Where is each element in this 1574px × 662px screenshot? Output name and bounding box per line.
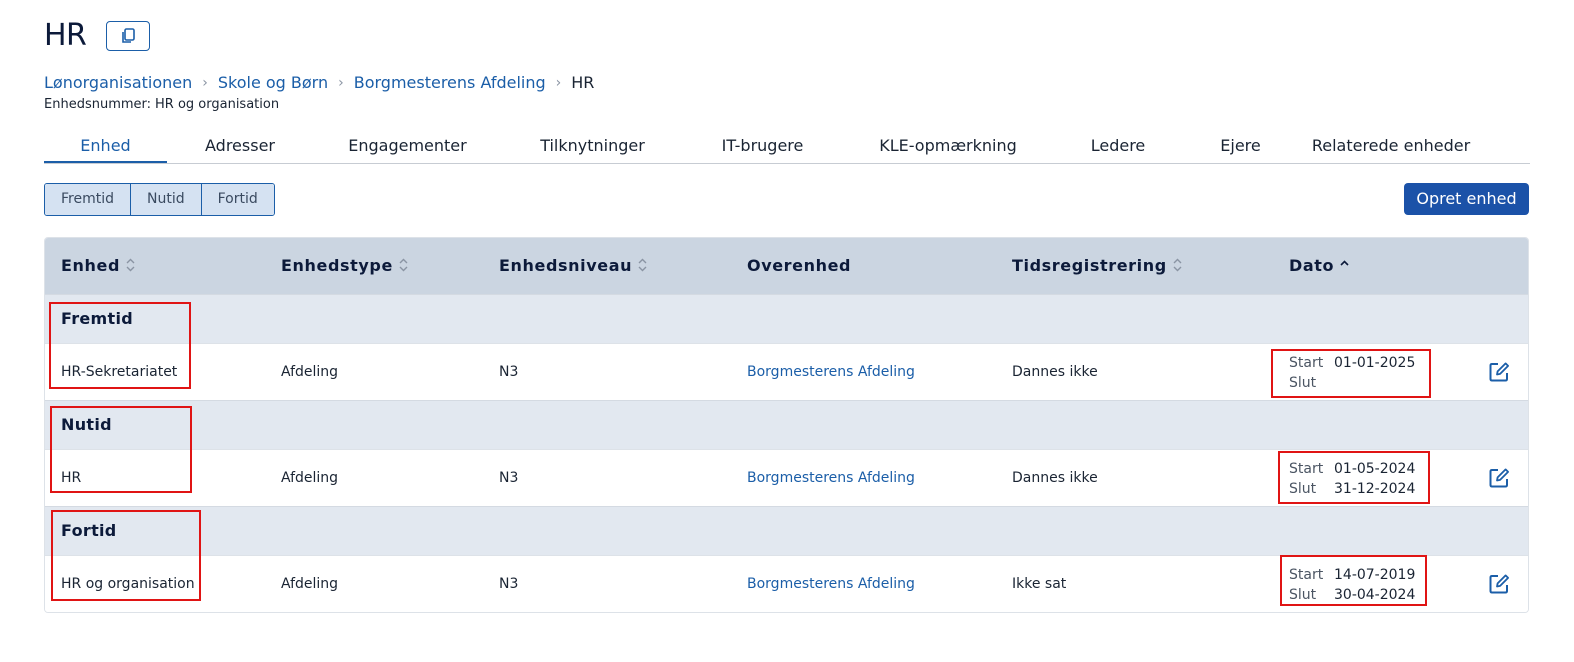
- group-label: Nutid: [61, 415, 112, 434]
- tab-relaterede-enheder[interactable]: Relaterede enheder: [1299, 134, 1483, 161]
- end-date: 31-12-2024: [1334, 481, 1416, 497]
- column-header-enhedsniveau[interactable]: Enhedsniveau: [499, 238, 647, 294]
- start-date: 14-07-2019: [1334, 567, 1416, 583]
- group-label: Fortid: [61, 521, 117, 540]
- start-label: Start: [1289, 355, 1324, 371]
- table-row: HR-Sekretariatet Afdeling N3 Borgmestere…: [45, 343, 1528, 400]
- cell-time-registration: Dannes ikke: [1012, 470, 1098, 486]
- end-label: Slut: [1289, 481, 1317, 497]
- start-date: 01-01-2025: [1334, 355, 1416, 371]
- breadcrumb: Lønorganisationen › Skole og Børn › Borg…: [44, 73, 594, 92]
- unit-number: Enhedsnummer: HR og organisation: [44, 97, 283, 112]
- tab-it-brugere[interactable]: IT-brugere: [683, 134, 842, 161]
- group-row-fortid: Fortid: [45, 506, 1528, 555]
- tab-adresser[interactable]: Adresser: [167, 134, 313, 161]
- chevron-right-icon: ›: [202, 74, 208, 91]
- cell-level: N3: [499, 576, 519, 592]
- title-row: HR: [44, 18, 151, 53]
- edit-icon[interactable]: [1488, 467, 1510, 489]
- sort-icon: [399, 258, 408, 272]
- time-filter: Fremtid Nutid Fortid: [44, 183, 275, 216]
- group-row-fremtid: Fremtid: [45, 294, 1528, 343]
- sort-icon: [126, 258, 135, 272]
- start-date: 01-05-2024: [1334, 461, 1416, 477]
- breadcrumb-item-lonorganisationen[interactable]: Lønorganisationen: [44, 73, 192, 92]
- column-header-label: Enhedstype: [281, 256, 393, 275]
- copy-button[interactable]: [106, 20, 151, 51]
- group-label: Fremtid: [61, 309, 134, 328]
- cell-date: Start 01-05-2024 Slut 31-12-2024: [1289, 459, 1415, 499]
- tab-ejere[interactable]: Ejere: [1182, 134, 1299, 161]
- unit-number-value: HR og organisation: [155, 97, 280, 112]
- breadcrumb-item-skole-og-born[interactable]: Skole og Børn: [218, 73, 328, 92]
- filter-fremtid-button[interactable]: Fremtid: [45, 184, 131, 215]
- chevron-right-icon: ›: [555, 74, 562, 91]
- end-label: Slut: [1289, 587, 1317, 603]
- sort-icon: [1173, 258, 1182, 272]
- end-label: Slut: [1289, 375, 1317, 391]
- column-header-label: Overenhed: [747, 256, 852, 275]
- sort-icon: [638, 258, 647, 272]
- column-header-enhedstype[interactable]: Enhedstype: [281, 238, 408, 294]
- cell-parent-link[interactable]: Borgmesterens Afdeling: [747, 344, 915, 400]
- cell-type: Afdeling: [281, 364, 339, 380]
- table-row: HR Afdeling N3 Borgmesterens Afdeling Da…: [45, 449, 1528, 506]
- create-unit-button[interactable]: Opret enhed: [1404, 183, 1529, 215]
- edit-icon[interactable]: [1488, 573, 1510, 595]
- sort-ascending-icon: [1340, 260, 1349, 266]
- start-label: Start: [1289, 567, 1324, 583]
- column-header-dato[interactable]: Dato: [1289, 238, 1349, 294]
- tab-ledere[interactable]: Ledere: [1054, 134, 1182, 161]
- tab-engagementer[interactable]: Engagementer: [313, 134, 502, 161]
- cell-unit: HR og organisation: [61, 576, 195, 592]
- units-table: Enhed Enhedstype Enhedsniveau Overenhed …: [44, 237, 1529, 613]
- column-header-enhed[interactable]: Enhed: [61, 238, 135, 294]
- start-label: Start: [1289, 461, 1324, 477]
- tab-bar: Enhed Adresser Engagementer Tilknytninge…: [44, 134, 1530, 164]
- table-row: HR og organisation Afdeling N3 Borgmeste…: [45, 555, 1528, 612]
- column-header-label: Enhed: [61, 256, 121, 275]
- column-header-label: Tidsregistrering: [1012, 256, 1167, 275]
- table-header: Enhed Enhedstype Enhedsniveau Overenhed …: [45, 238, 1528, 294]
- cell-date: Start 01-01-2025 Slut: [1289, 353, 1415, 393]
- column-header-tidsregistrering[interactable]: Tidsregistrering: [1012, 238, 1182, 294]
- tab-enhed[interactable]: Enhed: [44, 134, 167, 163]
- column-header-overenhed: Overenhed: [747, 238, 851, 294]
- cell-parent-link[interactable]: Borgmesterens Afdeling: [747, 450, 915, 506]
- copy-icon: [122, 27, 136, 43]
- breadcrumb-item-current: HR: [571, 73, 595, 92]
- cell-type: Afdeling: [281, 470, 339, 486]
- cell-parent-link[interactable]: Borgmesterens Afdeling: [747, 556, 915, 612]
- page-title: HR: [44, 18, 87, 53]
- cell-level: N3: [499, 364, 519, 380]
- cell-date: Start 14-07-2019 Slut 30-04-2024: [1289, 565, 1415, 605]
- cell-time-registration: Dannes ikke: [1012, 364, 1098, 380]
- cell-unit: HR-Sekretariatet: [61, 364, 178, 380]
- chevron-right-icon: ›: [338, 74, 344, 91]
- cell-time-registration: Ikke sat: [1012, 576, 1067, 592]
- unit-number-label: Enhedsnummer:: [44, 97, 152, 112]
- edit-icon[interactable]: [1488, 361, 1510, 383]
- group-row-nutid: Nutid: [45, 400, 1528, 449]
- cell-unit: HR: [61, 470, 82, 486]
- filter-fortid-button[interactable]: Fortid: [201, 184, 274, 215]
- filter-nutid-button[interactable]: Nutid: [131, 184, 202, 215]
- cell-type: Afdeling: [281, 576, 339, 592]
- column-header-label: Enhedsniveau: [499, 256, 633, 275]
- breadcrumb-item-borgmesterens-afdeling[interactable]: Borgmesterens Afdeling: [354, 73, 546, 92]
- end-date: 30-04-2024: [1334, 587, 1416, 603]
- column-header-label: Dato: [1289, 256, 1335, 275]
- tab-tilknytninger[interactable]: Tilknytninger: [502, 134, 683, 161]
- cell-level: N3: [499, 470, 519, 486]
- tab-kle-opmaerkning[interactable]: KLE-opmærkning: [842, 134, 1054, 161]
